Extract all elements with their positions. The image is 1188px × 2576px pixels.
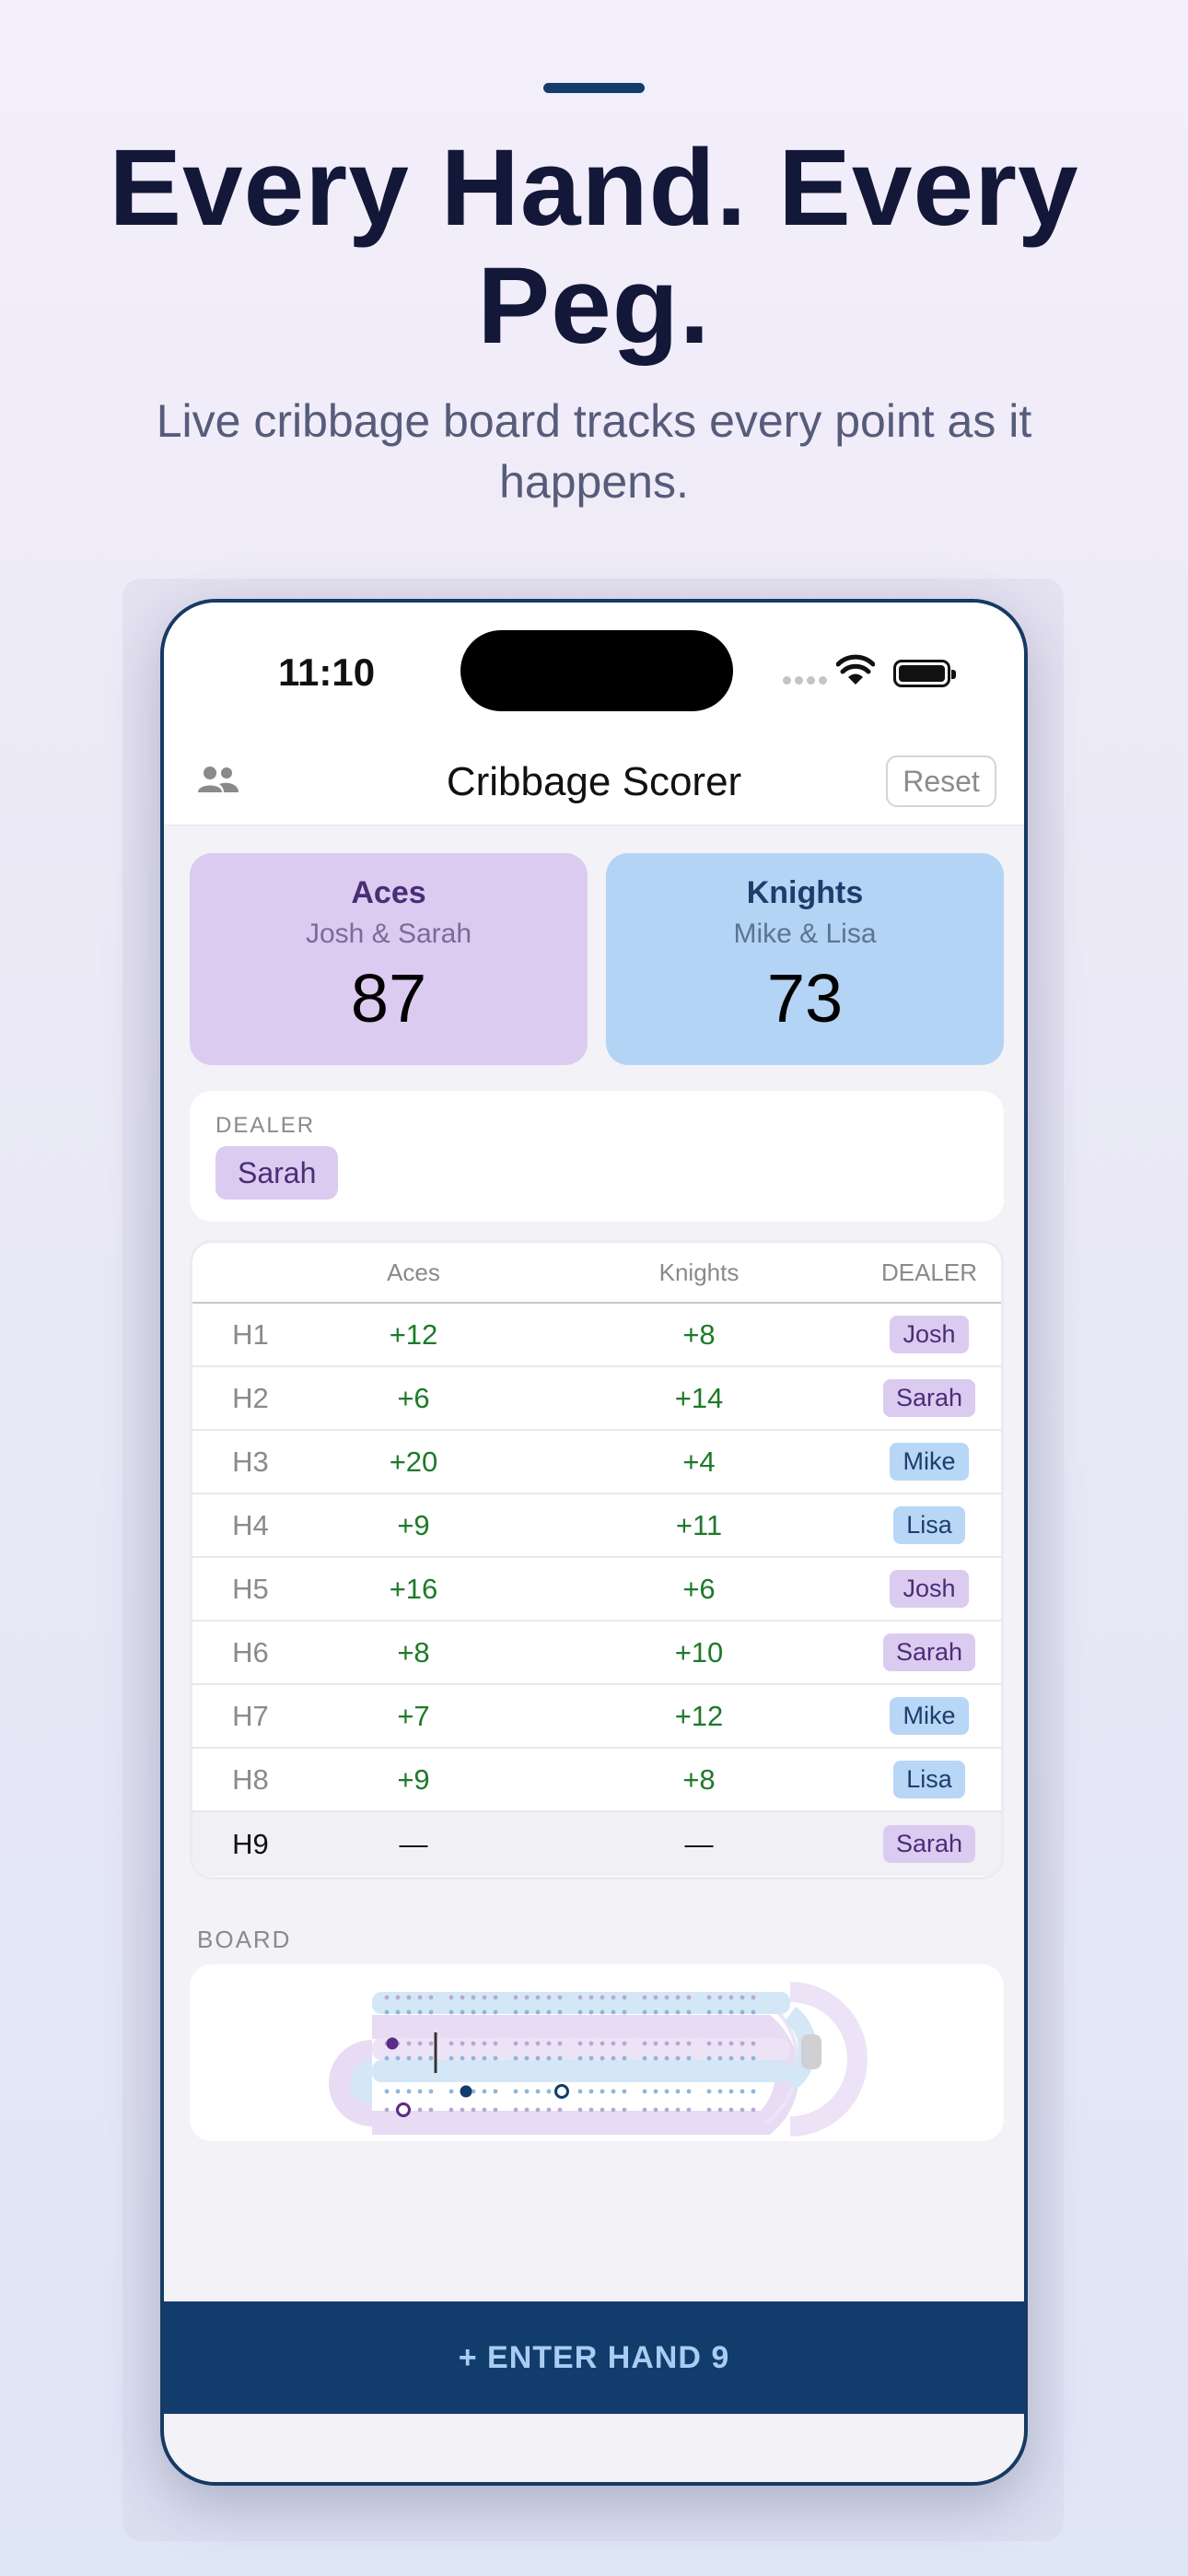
aces-points: — bbox=[399, 1827, 428, 1860]
table-row-current[interactable]: H9 — — Sarah bbox=[192, 1812, 1001, 1876]
team-name: Aces bbox=[351, 875, 426, 910]
knights-points: +8 bbox=[682, 1317, 716, 1351]
wifi-icon bbox=[836, 654, 875, 685]
table-row[interactable]: H4 +9 +11 Lisa bbox=[192, 1494, 1001, 1558]
knights-points: +12 bbox=[674, 1699, 724, 1732]
team-players: Mike & Lisa bbox=[733, 919, 877, 949]
knights-points: +11 bbox=[675, 1508, 723, 1541]
team-name: Knights bbox=[746, 875, 864, 910]
dealer-pill: Lisa bbox=[893, 1761, 965, 1798]
team-players: Josh & Sarah bbox=[305, 919, 472, 949]
dealer-pill: Josh bbox=[890, 1570, 969, 1608]
knights-points: +4 bbox=[682, 1445, 716, 1478]
reset-button[interactable]: Reset bbox=[886, 755, 996, 807]
hand-number: H3 bbox=[232, 1445, 269, 1478]
cellular-signal-icon bbox=[783, 676, 827, 685]
hand-number: H7 bbox=[232, 1699, 269, 1732]
hand-number: H6 bbox=[232, 1635, 269, 1669]
aces-points: +16 bbox=[389, 1572, 438, 1605]
aces-points: +9 bbox=[397, 1762, 430, 1796]
dealer-pill: Lisa bbox=[893, 1506, 965, 1544]
aces-points: +9 bbox=[397, 1508, 430, 1541]
hand-number: H9 bbox=[232, 1827, 269, 1860]
hand-number: H2 bbox=[232, 1381, 269, 1414]
knights-points: — bbox=[684, 1827, 714, 1860]
table-row[interactable]: H3 +20 +4 Mike bbox=[192, 1431, 1001, 1494]
hero-headline: Every Hand. Every Peg. bbox=[109, 127, 1079, 367]
nav-bar: Cribbage Scorer Reset bbox=[164, 732, 1024, 825]
phone-frame: 11:10 Cribbage Scorer Reset Aces Josh & … bbox=[160, 599, 1028, 2486]
aces-points: +12 bbox=[389, 1317, 438, 1351]
battery-icon bbox=[893, 660, 956, 687]
dynamic-island bbox=[460, 630, 733, 711]
dealer-pill: Josh bbox=[890, 1316, 969, 1353]
aces-points: +6 bbox=[397, 1381, 430, 1414]
knights-points: +10 bbox=[674, 1635, 724, 1669]
team-score: 73 bbox=[766, 960, 844, 1036]
cribbage-board-icon bbox=[329, 1982, 868, 2137]
dealer-card: DEALER Sarah bbox=[190, 1091, 1004, 1222]
team-score: 87 bbox=[350, 960, 427, 1036]
team-card-aces[interactable]: Aces Josh & Sarah 87 bbox=[190, 853, 588, 1065]
knights-points: +6 bbox=[682, 1572, 716, 1605]
dealer-pill: Mike bbox=[890, 1443, 969, 1481]
table-row[interactable]: H5 +16 +6 Josh bbox=[192, 1558, 1001, 1622]
table-row[interactable]: H2 +6 +14 Sarah bbox=[192, 1367, 1001, 1431]
table-row[interactable]: H6 +8 +10 Sarah bbox=[192, 1622, 1001, 1685]
table-header-row: Aces Knights DEALER bbox=[192, 1243, 1001, 1304]
dealer-pill: Sarah bbox=[882, 1379, 976, 1417]
column-header-knights: Knights bbox=[658, 1258, 740, 1286]
aces-points: +7 bbox=[397, 1699, 430, 1732]
board-label: BOARD bbox=[197, 1926, 292, 1953]
hand-number: H4 bbox=[232, 1508, 269, 1541]
hero-accent-bar bbox=[543, 83, 645, 93]
aces-points: +8 bbox=[397, 1635, 430, 1669]
hand-number: H5 bbox=[232, 1572, 269, 1605]
hand-number: H8 bbox=[232, 1762, 269, 1796]
dealer-pill: Sarah bbox=[882, 1633, 976, 1671]
dealer-pill: Sarah bbox=[882, 1825, 976, 1863]
status-bar: 11:10 bbox=[164, 603, 1024, 732]
board-card bbox=[190, 1964, 1004, 2141]
hands-table: Aces Knights DEALER H1 +12 +8 Josh H2 +6… bbox=[190, 1240, 1004, 1879]
table-row[interactable]: H1 +12 +8 Josh bbox=[192, 1304, 1001, 1367]
hand-number: H1 bbox=[232, 1317, 269, 1351]
knights-points: +14 bbox=[674, 1381, 724, 1414]
dealer-pill: Mike bbox=[890, 1697, 969, 1735]
team-card-knights[interactable]: Knights Mike & Lisa 73 bbox=[606, 853, 1004, 1065]
table-row[interactable]: H7 +7 +12 Mike bbox=[192, 1685, 1001, 1749]
status-time: 11:10 bbox=[278, 650, 376, 694]
dealer-label: DEALER bbox=[215, 1113, 316, 1138]
column-header-aces: Aces bbox=[387, 1258, 440, 1286]
dealer-chip[interactable]: Sarah bbox=[215, 1146, 339, 1200]
hero-subhead: Live cribbage board tracks every point a… bbox=[156, 395, 1032, 508]
enter-hand-button[interactable]: + ENTER HAND 9 bbox=[164, 2301, 1024, 2414]
column-header-dealer: DEALER bbox=[880, 1258, 978, 1286]
table-row[interactable]: H8 +9 +8 Lisa bbox=[192, 1749, 1001, 1812]
knights-points: +8 bbox=[682, 1762, 716, 1796]
aces-points: +20 bbox=[389, 1445, 438, 1478]
